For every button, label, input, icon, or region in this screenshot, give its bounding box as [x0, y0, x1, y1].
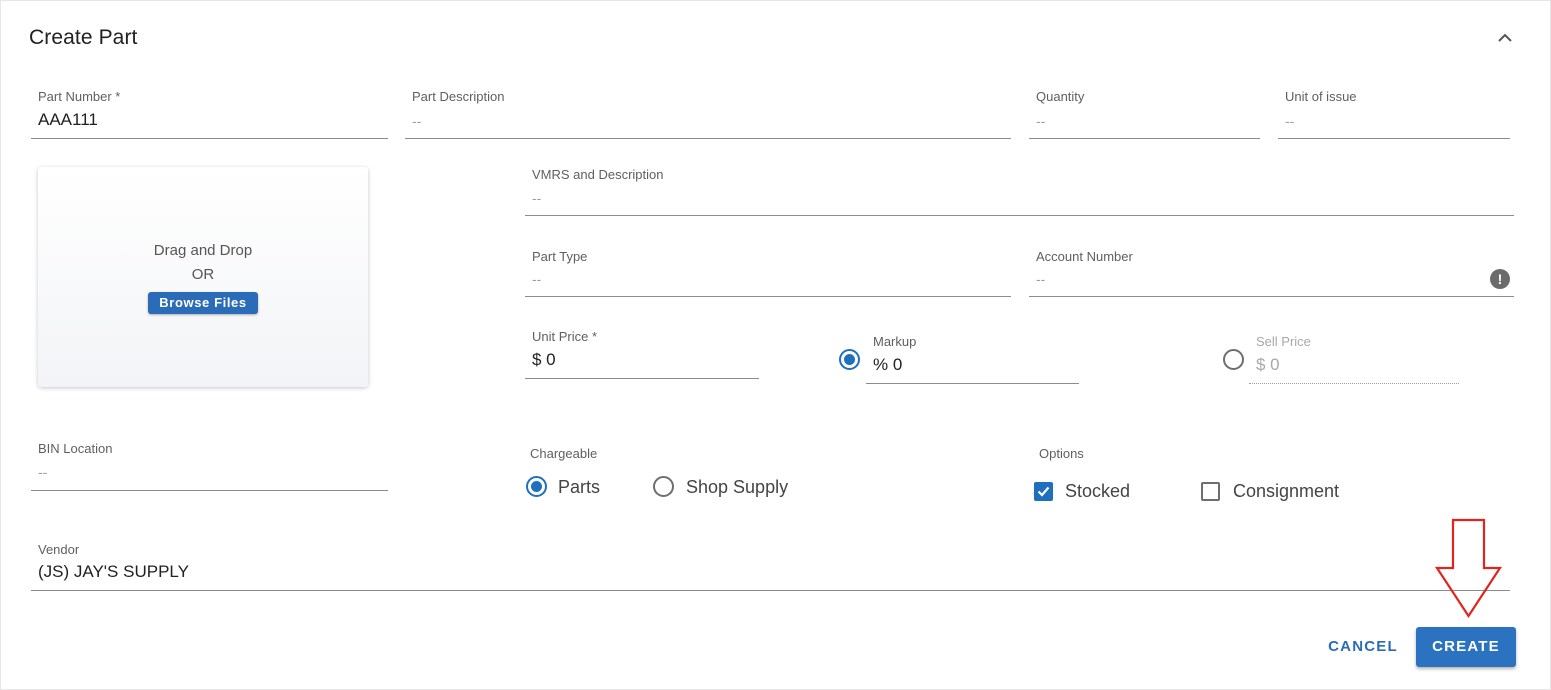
bin-location-value: -- — [38, 464, 48, 480]
shop-supply-radio[interactable] — [653, 476, 674, 497]
dropzone-or-text: OR — [191, 266, 215, 283]
image-dropzone[interactable]: Drag and Drop OR Browse Files — [38, 167, 368, 387]
quantity-field[interactable]: Quantity -- — [1029, 87, 1260, 139]
markup-radio[interactable] — [839, 349, 860, 370]
part-type-label: Part Type — [532, 249, 588, 264]
browse-files-button[interactable]: Browse Files — [148, 292, 258, 314]
options-label: Options — [1039, 446, 1084, 461]
vendor-field[interactable]: Vendor (JS) JAY'S SUPPLY — [31, 540, 1510, 591]
markup-label: Markup — [873, 334, 917, 349]
vendor-value: (JS) JAY'S SUPPLY — [38, 562, 189, 581]
bin-location-field[interactable]: BIN Location -- — [31, 439, 388, 491]
account-number-value: -- — [1036, 271, 1046, 287]
cancel-button[interactable]: CANCEL — [1319, 627, 1407, 667]
sell-price-value: $ 0 — [1256, 355, 1280, 374]
part-description-field[interactable]: Part Description -- — [405, 87, 1011, 139]
part-number-field[interactable]: Part Number * AAA111 — [31, 87, 388, 139]
unit-of-issue-value: -- — [1285, 113, 1295, 129]
create-button[interactable]: CREATE — [1416, 627, 1516, 667]
parts-radio-label[interactable]: Parts — [558, 477, 600, 498]
part-type-field[interactable]: Part Type -- — [525, 247, 1011, 297]
unit-price-field[interactable]: Unit Price * $ 0 — [525, 327, 759, 379]
stocked-label[interactable]: Stocked — [1065, 481, 1130, 502]
account-number-label: Account Number — [1036, 249, 1133, 264]
account-number-field[interactable]: Account Number -- — [1029, 247, 1514, 297]
warning-info-icon[interactable]: ! — [1490, 269, 1510, 289]
sell-price-field[interactable]: Sell Price $ 0 — [1249, 332, 1459, 384]
dropzone-drag-text: Drag and Drop — [153, 242, 253, 259]
sell-price-label: Sell Price — [1256, 334, 1311, 349]
vmrs-value: -- — [532, 190, 542, 206]
create-part-card: Create Part Part Number * AAA111 Part De… — [0, 0, 1551, 690]
part-type-value: -- — [532, 271, 542, 287]
sell-price-radio[interactable] — [1223, 349, 1244, 370]
chevron-up-icon[interactable] — [1494, 27, 1516, 49]
parts-radio[interactable] — [526, 476, 547, 497]
vendor-label: Vendor — [38, 542, 80, 557]
markup-field[interactable]: Markup % 0 — [866, 332, 1079, 384]
vmrs-label: VMRS and Description — [532, 167, 664, 182]
consignment-label[interactable]: Consignment — [1233, 481, 1339, 502]
stocked-checkbox[interactable] — [1034, 482, 1053, 501]
annotation-arrow-icon — [1434, 518, 1503, 619]
markup-value: % 0 — [873, 355, 903, 374]
quantity-value: -- — [1036, 113, 1046, 129]
quantity-label: Quantity — [1036, 89, 1085, 104]
checkmark-icon — [1037, 486, 1050, 497]
bin-location-label: BIN Location — [38, 441, 113, 456]
consignment-checkbox[interactable] — [1201, 482, 1220, 501]
unit-of-issue-field[interactable]: Unit of issue -- — [1278, 87, 1510, 139]
part-number-value: AAA111 — [38, 110, 98, 129]
unit-price-label: Unit Price * — [532, 329, 598, 344]
part-description-label: Part Description — [412, 89, 505, 104]
unit-of-issue-label: Unit of issue — [1285, 89, 1357, 104]
vmrs-field[interactable]: VMRS and Description -- — [525, 165, 1514, 216]
shop-supply-radio-label[interactable]: Shop Supply — [686, 477, 788, 498]
unit-price-value: $ 0 — [532, 350, 556, 369]
page-title: Create Part — [29, 26, 138, 49]
chargeable-label: Chargeable — [530, 446, 598, 461]
part-description-value: -- — [412, 113, 422, 129]
part-number-label: Part Number * — [38, 89, 121, 104]
